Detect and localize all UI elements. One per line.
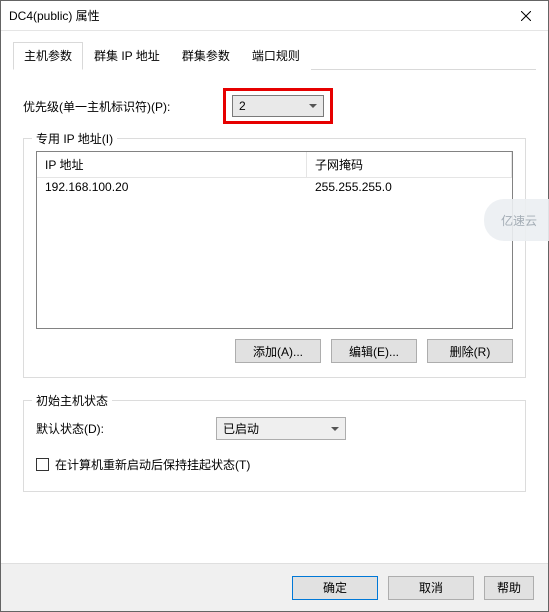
chevron-down-icon bbox=[309, 104, 317, 108]
tab-port-rules[interactable]: 端口规则 bbox=[241, 42, 311, 70]
edit-button[interactable]: 编辑(E)... bbox=[331, 339, 417, 363]
window-title: DC4(public) 属性 bbox=[9, 7, 503, 24]
state-title: 初始主机状态 bbox=[32, 392, 112, 409]
close-button[interactable] bbox=[503, 1, 548, 30]
cell-ip: 192.168.100.20 bbox=[37, 178, 307, 196]
header-ip[interactable]: IP 地址 bbox=[37, 152, 307, 177]
footer: 确定 取消 帮助 bbox=[1, 563, 548, 611]
suspend-checkbox[interactable]: 在计算机重新启动后保持挂起状态(T) bbox=[36, 456, 513, 473]
ok-button[interactable]: 确定 bbox=[292, 576, 378, 600]
table-row[interactable]: 192.168.100.20 255.255.255.0 bbox=[37, 178, 512, 196]
priority-highlight: 2 bbox=[223, 88, 333, 124]
btn-label: 取消 bbox=[419, 579, 443, 596]
watermark: 亿速云 bbox=[484, 199, 549, 241]
tab-cluster-params[interactable]: 群集参数 bbox=[171, 42, 241, 70]
state-value: 已启动 bbox=[223, 420, 259, 437]
cell-mask: 255.255.255.0 bbox=[307, 178, 512, 196]
tab-host-params[interactable]: 主机参数 bbox=[13, 42, 83, 70]
panel-host-params: 优先级(单一主机标识符)(P): 2 专用 IP 地址(I) IP 地址 子网掩… bbox=[13, 70, 536, 492]
title-bar: DC4(public) 属性 bbox=[1, 1, 548, 31]
btn-label: 编辑(E)... bbox=[349, 343, 399, 360]
ipgroup: 专用 IP 地址(I) IP 地址 子网掩码 192.168.100.20 25… bbox=[23, 138, 526, 378]
ipgroup-title: 专用 IP 地址(I) bbox=[32, 130, 117, 147]
state-combobox[interactable]: 已启动 bbox=[216, 417, 346, 440]
state-group: 初始主机状态 默认状态(D): 已启动 在计算机重新启动后保持挂起状态(T) bbox=[23, 400, 526, 492]
close-icon bbox=[521, 11, 531, 21]
dialog-window: DC4(public) 属性 主机参数 群集 IP 地址 群集参数 端口规则 优… bbox=[0, 0, 549, 612]
chevron-down-icon bbox=[331, 427, 339, 431]
header-mask[interactable]: 子网掩码 bbox=[307, 152, 512, 177]
checkbox-label: 在计算机重新启动后保持挂起状态(T) bbox=[55, 456, 250, 473]
cancel-button[interactable]: 取消 bbox=[388, 576, 474, 600]
remove-button[interactable]: 删除(R) bbox=[427, 339, 513, 363]
ip-table[interactable]: IP 地址 子网掩码 192.168.100.20 255.255.255.0 bbox=[36, 151, 513, 329]
tab-label: 群集 IP 地址 bbox=[94, 49, 160, 63]
tab-cluster-ip[interactable]: 群集 IP 地址 bbox=[83, 42, 171, 70]
priority-combobox[interactable]: 2 bbox=[232, 95, 324, 117]
add-button[interactable]: 添加(A)... bbox=[235, 339, 321, 363]
btn-label: 帮助 bbox=[497, 579, 521, 596]
btn-label: 添加(A)... bbox=[253, 343, 303, 360]
state-label: 默认状态(D): bbox=[36, 420, 216, 437]
priority-label: 优先级(单一主机标识符)(P): bbox=[23, 98, 223, 115]
priority-row: 优先级(单一主机标识符)(P): 2 bbox=[23, 88, 526, 124]
table-header: IP 地址 子网掩码 bbox=[37, 152, 512, 178]
btn-label: 确定 bbox=[323, 579, 347, 596]
btn-label: 删除(R) bbox=[450, 343, 491, 360]
priority-value: 2 bbox=[239, 99, 246, 113]
tab-label: 主机参数 bbox=[24, 49, 72, 63]
ip-button-row: 添加(A)... 编辑(E)... 删除(R) bbox=[36, 339, 513, 363]
tab-strip: 主机参数 群集 IP 地址 群集参数 端口规则 bbox=[13, 41, 536, 70]
client-area: 主机参数 群集 IP 地址 群集参数 端口规则 优先级(单一主机标识符)(P):… bbox=[1, 31, 548, 492]
checkbox-box bbox=[36, 458, 49, 471]
help-button[interactable]: 帮助 bbox=[484, 576, 534, 600]
tab-label: 端口规则 bbox=[252, 49, 300, 63]
tab-label: 群集参数 bbox=[182, 49, 230, 63]
state-row: 默认状态(D): 已启动 bbox=[36, 417, 513, 440]
watermark-text: 亿速云 bbox=[501, 212, 537, 229]
